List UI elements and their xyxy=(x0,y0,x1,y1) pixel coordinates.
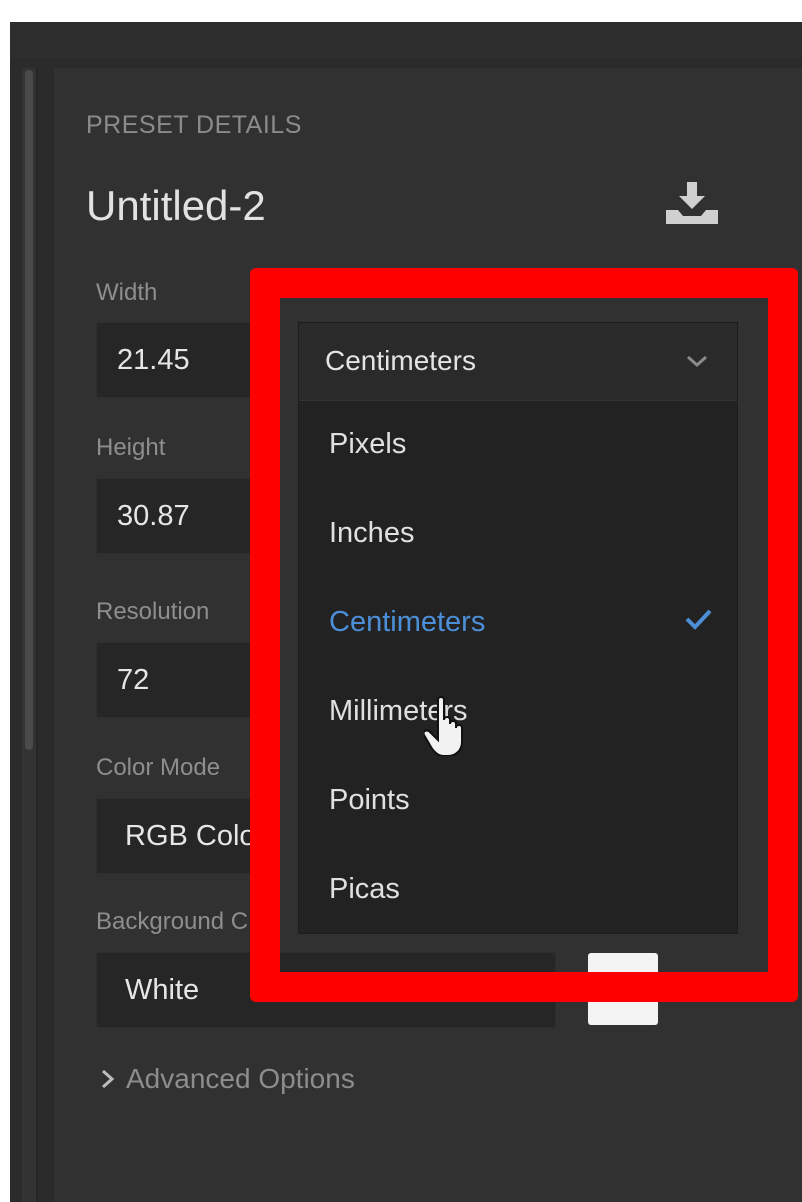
background-value: White xyxy=(125,973,200,1006)
chevron-right-icon xyxy=(102,1069,115,1089)
units-dropdown-trigger[interactable]: Centimeters xyxy=(299,323,737,401)
width-label: Width xyxy=(96,279,158,306)
scrollbar[interactable] xyxy=(22,68,38,1202)
chevron-down-icon xyxy=(687,355,707,368)
advanced-options-toggle[interactable]: Advanced Options xyxy=(100,1063,355,1095)
unit-option-centimeters[interactable]: Centimeters xyxy=(329,606,485,639)
resolution-field[interactable]: 72 xyxy=(96,642,276,718)
width-field[interactable]: 21.45 xyxy=(96,322,276,398)
width-value: 21.45 xyxy=(117,343,190,376)
hand-cursor-icon xyxy=(422,694,468,757)
resolution-label: Resolution xyxy=(96,598,210,625)
advanced-options-label: Advanced Options xyxy=(126,1063,355,1094)
background-contents-label: Background Cnt xyxy=(96,908,279,935)
units-selected-value: Centimeters xyxy=(325,345,476,376)
background-color-swatch[interactable] xyxy=(588,953,658,1025)
document-name[interactable]: Untitled-2 xyxy=(86,182,266,230)
color-mode-value: RGB Colo xyxy=(125,819,256,852)
height-value: 30.87 xyxy=(117,499,190,532)
unit-option-inches[interactable]: Inches xyxy=(329,517,414,550)
section-title: PRESET DETAILS xyxy=(86,111,302,139)
checkmark-icon xyxy=(685,609,712,630)
unit-option-points[interactable]: Points xyxy=(329,784,410,817)
unit-option-pixels[interactable]: Pixels xyxy=(329,428,406,461)
resolution-value: 72 xyxy=(117,663,150,696)
units-dropdown[interactable]: Centimeters Pixels Inches Centimeters Mi… xyxy=(298,322,738,934)
background-contents-select[interactable]: White xyxy=(96,952,556,1028)
unit-option-picas[interactable]: Picas xyxy=(329,873,400,906)
title-bar xyxy=(10,22,802,58)
height-field[interactable]: 30.87 xyxy=(96,478,276,554)
save-preset-icon[interactable] xyxy=(662,180,722,226)
color-mode-label: Color Mode xyxy=(96,754,221,781)
height-label: Height xyxy=(96,434,166,461)
scrollbar-thumb[interactable] xyxy=(25,70,33,750)
color-mode-select[interactable]: RGB Colo xyxy=(96,798,276,874)
